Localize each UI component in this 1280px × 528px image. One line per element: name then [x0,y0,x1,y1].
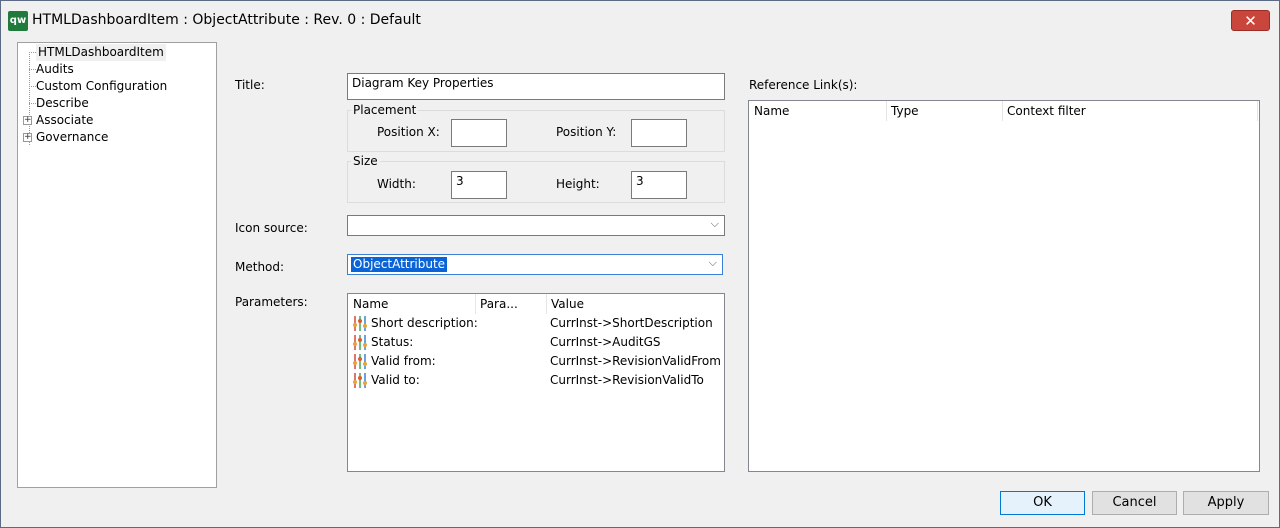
position-x-label: Position X: [377,125,440,139]
param-value: CurrInst->ShortDescription [550,316,713,330]
icon-source-dropdown[interactable]: ⌵ [347,215,725,236]
tree-item-htmldashboarditem[interactable]: HTMLDashboardItem [36,44,166,61]
param-name: Status: [371,335,414,349]
reference-links-list[interactable]: Name Type Context filter [748,100,1260,472]
method-value: ObjectAttribute [351,257,448,272]
reference-links-label: Reference Link(s): [749,78,858,92]
table-row[interactable]: Valid from: CurrInst->RevisionValidFrom [350,352,722,371]
icon-source-label: Icon source: [235,221,308,235]
method-dropdown[interactable]: ObjectAttribute ⌵ [347,254,723,275]
tree-item-audits[interactable]: Audits [36,61,74,78]
height-label: Height: [556,177,600,191]
table-row[interactable]: Status: CurrInst->AuditGS [350,333,722,352]
expand-governance-icon[interactable]: + [23,133,32,142]
position-x-input[interactable] [451,119,507,147]
window-title: HTMLDashboardItem : ObjectAttribute : Re… [32,12,421,28]
tree-item-describe[interactable]: Describe [36,95,89,112]
param-name: Valid to: [371,373,420,387]
navigation-tree[interactable]: HTMLDashboardItem Audits Custom Configur… [17,42,217,488]
height-input[interactable]: 3 [631,171,687,199]
column-separator[interactable] [1257,101,1258,121]
parameter-icon [353,316,367,331]
chevron-down-icon: ⌵ [710,217,719,230]
column-header-name[interactable]: Name [750,101,886,121]
app-icon: qw [8,11,28,31]
apply-button[interactable]: Apply [1183,491,1269,515]
column-header-context-filter[interactable]: Context filter [1003,101,1253,121]
close-button[interactable]: ✕ [1231,10,1270,31]
expand-associate-icon[interactable]: + [23,116,32,125]
param-name: Valid from: [371,354,436,368]
width-label: Width: [377,177,416,191]
position-y-input[interactable] [631,119,687,147]
column-header-param[interactable]: Para... [476,294,546,314]
param-value: CurrInst->RevisionValidFrom [550,354,721,368]
placement-caption: Placement [351,103,419,117]
title-label: Title: [235,78,265,92]
width-input[interactable]: 3 [451,171,507,199]
method-label: Method: [235,260,285,274]
title-input[interactable]: Diagram Key Properties [347,73,725,100]
column-header-name[interactable]: Name [349,294,475,314]
size-caption: Size [351,154,380,168]
column-header-value[interactable]: Value [547,294,717,314]
tree-connector [29,86,36,87]
tree-item-governance[interactable]: Governance [36,129,108,146]
parameters-label: Parameters: [235,295,308,309]
column-header-type[interactable]: Type [887,101,1002,121]
parameter-icon [353,335,367,350]
table-row[interactable]: Short description: CurrInst->ShortDescri… [350,314,722,333]
param-value: CurrInst->AuditGS [550,335,661,349]
cancel-button[interactable]: Cancel [1092,491,1177,515]
tree-connector [29,52,36,53]
param-name: Short description: [371,316,478,330]
parameter-icon [353,354,367,369]
parameters-list[interactable]: Name Para... Value Short description: Cu… [347,293,725,472]
parameter-icon [353,373,367,388]
ok-button[interactable]: OK [1000,491,1085,515]
position-y-label: Position Y: [556,125,617,139]
tree-connector [29,103,36,104]
tree-item-custom-configuration[interactable]: Custom Configuration [36,78,167,95]
param-value: CurrInst->RevisionValidTo [550,373,704,387]
tree-item-associate[interactable]: Associate [36,112,93,129]
chevron-down-icon: ⌵ [708,256,717,269]
tree-connector [29,69,36,70]
table-row[interactable]: Valid to: CurrInst->RevisionValidTo [350,371,722,390]
